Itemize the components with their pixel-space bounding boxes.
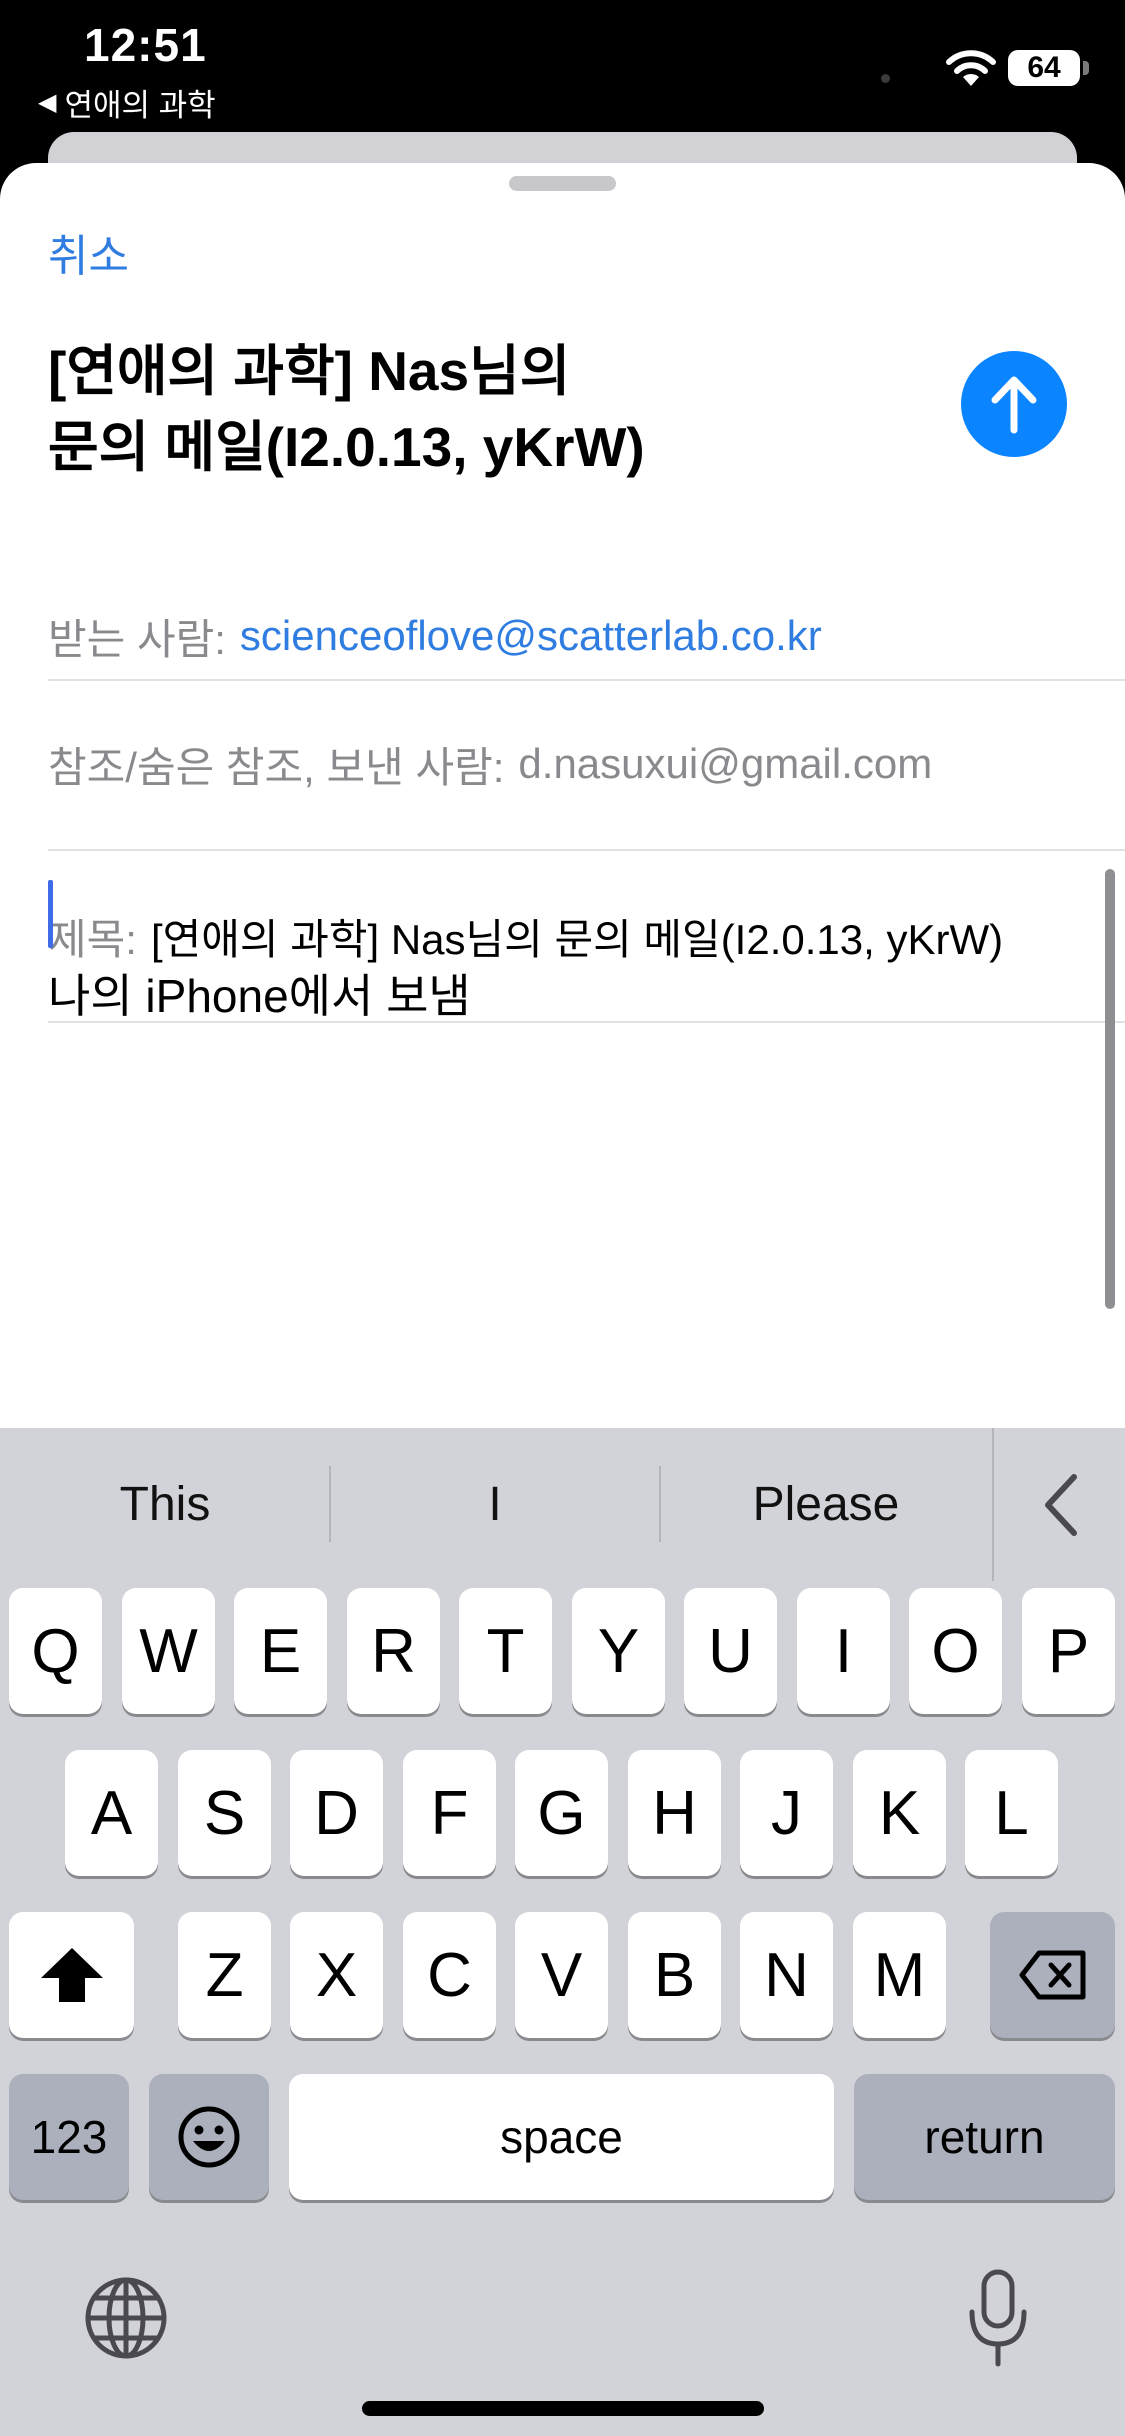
emoji-key[interactable] — [149, 2074, 269, 2200]
send-button[interactable] — [961, 351, 1067, 457]
cc-label: 참조/숨은 참조, 보낸 사람: — [48, 743, 505, 791]
arrow-up-icon — [991, 376, 1037, 434]
to-field[interactable]: 받는 사람: scienceoflove@scatterlab.co.kr — [48, 586, 1125, 686]
key-i[interactable]: I — [797, 1588, 890, 1714]
key-v[interactable]: V — [515, 1912, 608, 2038]
key-f[interactable]: F — [403, 1750, 496, 1876]
battery-cap — [1083, 61, 1089, 75]
key-t[interactable]: T — [459, 1588, 552, 1714]
key-z[interactable]: Z — [178, 1912, 271, 2038]
shift-key[interactable] — [9, 1912, 134, 2038]
key-j[interactable]: J — [740, 1750, 833, 1876]
key-d[interactable]: D — [290, 1750, 383, 1876]
to-label: 받는 사람: — [48, 615, 226, 663]
key-g[interactable]: G — [515, 1750, 608, 1876]
back-to-app-link[interactable]: ◀ 연애의 과학 — [38, 80, 216, 125]
mail-title: [연애의 과학] Nas님의 문의 메일(I2.0.13, yKrW) — [48, 333, 878, 485]
text-cursor — [48, 880, 53, 948]
delete-key[interactable] — [990, 1912, 1115, 2038]
suggestion-3[interactable]: Please — [660, 1428, 992, 1581]
shift-arrow-icon — [40, 1948, 103, 2002]
key-c[interactable]: C — [403, 1912, 496, 2038]
key-s[interactable]: S — [178, 1750, 271, 1876]
suggestion-bar: This I Please — [0, 1428, 1125, 1581]
globe-icon[interactable] — [84, 2276, 168, 2360]
status-bar: 12:51 ◀ 연애의 과학 64 — [0, 0, 1125, 135]
key-l[interactable]: L — [965, 1750, 1058, 1876]
key-u[interactable]: U — [684, 1588, 777, 1714]
mail-title-line1: [연애의 과학] Nas님의 — [48, 340, 571, 402]
keyboard: This I Please Q W E R T Y U I O P A S D … — [0, 1428, 1125, 2436]
battery-level: 64 — [1027, 51, 1061, 84]
microphone-icon[interactable] — [966, 2268, 1030, 2368]
privacy-indicator-dot — [881, 74, 890, 83]
suggestion-1[interactable]: This — [0, 1428, 330, 1581]
status-time: 12:51 — [84, 19, 207, 71]
space-key[interactable]: space — [289, 2074, 834, 2200]
to-recipient[interactable]: scienceoflove@scatterlab.co.kr — [240, 612, 822, 660]
mail-title-line2: 문의 메일(I2.0.13, yKrW) — [48, 416, 645, 478]
from-address[interactable]: d.nasuxui@gmail.com — [518, 740, 932, 788]
key-y[interactable]: Y — [572, 1588, 665, 1714]
back-triangle-icon: ◀ — [38, 89, 57, 116]
key-r[interactable]: R — [347, 1588, 440, 1714]
key-x[interactable]: X — [290, 1912, 383, 2038]
backspace-icon — [1019, 1950, 1085, 2000]
key-m[interactable]: M — [853, 1912, 946, 2038]
battery-icon: 64 — [1008, 50, 1080, 86]
cc-bcc-from-field[interactable]: 참조/숨은 참조, 보낸 사람: d.nasuxui@gmail.com — [48, 679, 1125, 851]
home-indicator[interactable] — [362, 2401, 764, 2416]
collapse-suggestions-button[interactable] — [992, 1428, 1125, 1581]
wifi-icon — [946, 50, 996, 86]
key-p[interactable]: P — [1022, 1588, 1115, 1714]
message-body[interactable]: 나의 iPhone에서 보냄 — [48, 880, 1048, 1280]
key-o[interactable]: O — [909, 1588, 1002, 1714]
key-w[interactable]: W — [122, 1588, 215, 1714]
suggestion-2[interactable]: I — [330, 1428, 660, 1581]
key-k[interactable]: K — [853, 1750, 946, 1876]
emoji-smiley-icon — [178, 2106, 240, 2168]
cancel-button[interactable]: 취소 — [48, 220, 129, 284]
chevron-left-icon — [1044, 1473, 1077, 1536]
sheet-grabber[interactable] — [509, 176, 616, 191]
back-app-label: 연애의 과학 — [64, 88, 216, 123]
key-a[interactable]: A — [65, 1750, 158, 1876]
numbers-key[interactable]: 123 — [9, 2074, 129, 2200]
key-b[interactable]: B — [628, 1912, 721, 2038]
key-q[interactable]: Q — [9, 1588, 102, 1714]
key-e[interactable]: E — [234, 1588, 327, 1714]
signature-text: 나의 iPhone에서 보냄 — [48, 970, 471, 1022]
return-key[interactable]: return — [854, 2074, 1115, 2200]
scrollbar[interactable] — [1105, 869, 1115, 1309]
key-n[interactable]: N — [740, 1912, 833, 2038]
key-h[interactable]: H — [628, 1750, 721, 1876]
